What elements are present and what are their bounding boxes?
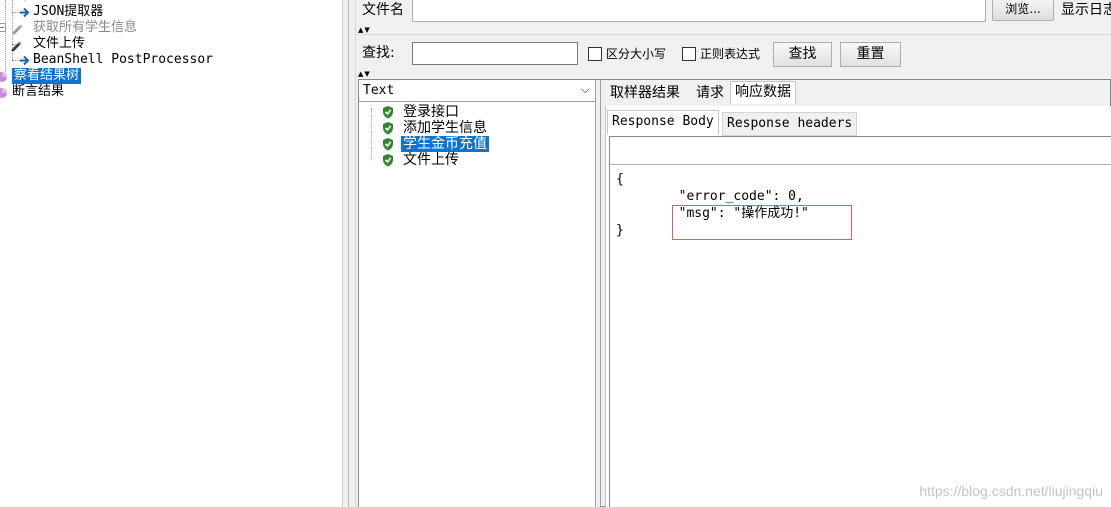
- sample-item-file-upload[interactable]: 文件上传: [379, 152, 499, 168]
- results-area: Text ⌵ 登录接口 添加学生信息 学生金币充值 文件上传 取样器结果 请求 …: [358, 79, 1111, 507]
- split-arrows-icon[interactable]: ▲▼: [358, 27, 371, 34]
- tree-item-label: 获取所有学生信息: [33, 20, 138, 35]
- renderer-select[interactable]: Text ⌵: [359, 80, 596, 102]
- file-row: 文件名 浏览... 显示日志: [356, 0, 1111, 26]
- tree-item-beanshell[interactable]: BeanShell PostProcessor: [18, 52, 238, 68]
- arrow-icon: [20, 7, 30, 18]
- search-row: 查找: 区分大小写 正则表达式 查找 重置: [356, 34, 1111, 72]
- tree-item-view-results-tree[interactable]: 察看结果树: [0, 68, 120, 84]
- tree-item-label: JSON提取器: [33, 4, 104, 19]
- tab-sampler-result[interactable]: 取样器结果: [605, 82, 685, 105]
- tree-item-label: 察看结果树: [12, 68, 82, 84]
- tree-guide-line: [371, 108, 372, 160]
- reset-button[interactable]: 重置: [840, 42, 901, 67]
- success-shield-icon: [383, 122, 393, 135]
- tab-response-data[interactable]: 响应数据: [730, 81, 796, 104]
- pencil-icon: [12, 24, 23, 35]
- pencil-icon: [11, 41, 22, 51]
- regex-checkbox[interactable]: [682, 47, 696, 61]
- arrow-icon: [20, 55, 30, 66]
- highlight-annotation-box: [672, 205, 852, 240]
- tab-response-body[interactable]: Response Body: [607, 110, 719, 134]
- search-label: 查找:: [362, 45, 395, 61]
- browse-button[interactable]: 浏览...: [992, 0, 1054, 21]
- chart-icon: [0, 88, 7, 98]
- regex-label: 正则表达式: [700, 47, 761, 61]
- split-arrows-icon[interactable]: ▲▼: [358, 71, 371, 78]
- tree-guide-line: [5, 0, 6, 72]
- tree-item-label: 断言结果: [12, 84, 65, 99]
- sample-item-coin-recharge[interactable]: 学生金币充值: [379, 136, 519, 152]
- filename-input[interactable]: [412, 0, 986, 22]
- filename-label: 文件名: [362, 2, 404, 18]
- json-line: }: [616, 223, 624, 238]
- sample-label: 文件上传: [403, 152, 459, 168]
- response-data-panel: Response Body Response headers { "error_…: [605, 106, 1111, 507]
- tab-request[interactable]: 请求: [691, 82, 729, 105]
- tree-item-label: BeanShell PostProcessor: [33, 52, 214, 67]
- panel-splitter[interactable]: [342, 0, 356, 507]
- collapse-toggle-icon[interactable]: −: [0, 23, 6, 32]
- sample-item-add-student[interactable]: 添加学生信息: [379, 120, 519, 136]
- case-sensitive-label: 区分大小写: [606, 47, 667, 61]
- success-shield-icon: [383, 106, 393, 119]
- tree-item-get-students[interactable]: 获取所有学生信息: [10, 20, 230, 36]
- results-tree-panel: 文件名 浏览... 显示日志 ▲▼ 查找: 区分大小写 正则表达式 查找 重置 …: [356, 0, 1111, 507]
- log-display-label: 显示日志: [1061, 2, 1111, 18]
- response-search-input[interactable]: [610, 137, 1111, 165]
- tab-response-headers[interactable]: Response headers: [722, 112, 858, 136]
- tree-item-json-extractor[interactable]: JSON提取器: [18, 4, 238, 20]
- tree-item-label: 文件上传: [33, 36, 86, 51]
- watermark: https://blog.csdn.net/liujingqiu: [919, 483, 1103, 499]
- results-divider[interactable]: [596, 80, 601, 507]
- renderer-value: Text: [363, 83, 395, 98]
- splitter-line: [348, 0, 349, 507]
- chevron-down-icon: ⌵: [580, 82, 590, 96]
- response-body-frame: { "error_code": 0, "msg": "操作成功!" }: [609, 136, 1111, 507]
- json-line: {: [616, 172, 624, 187]
- json-line: "error_code": 0,: [616, 189, 804, 204]
- find-button[interactable]: 查找: [773, 42, 832, 67]
- sample-label: 添加学生信息: [403, 120, 487, 136]
- success-shield-icon: [383, 138, 393, 151]
- arrow-icon: [24, 0, 26, 1]
- tree-item-file-upload[interactable]: 文件上传: [10, 36, 230, 52]
- case-sensitive-checkbox[interactable]: [588, 47, 602, 61]
- search-input[interactable]: [412, 42, 578, 65]
- test-plan-tree[interactable]: JSON提取器 − 获取所有学生信息 文件上传 BeanShell PostPr…: [0, 0, 342, 507]
- sample-result-list: 登录接口 添加学生信息 学生金币充值 文件上传: [359, 102, 596, 507]
- sample-label: 登录接口: [403, 104, 459, 120]
- success-shield-icon: [383, 154, 393, 167]
- chart-icon: [0, 72, 7, 82]
- sample-label: 学生金币充值: [401, 136, 489, 152]
- tree-item-assertion-results[interactable]: 断言结果: [0, 84, 120, 100]
- sample-item-login[interactable]: 登录接口: [379, 104, 499, 120]
